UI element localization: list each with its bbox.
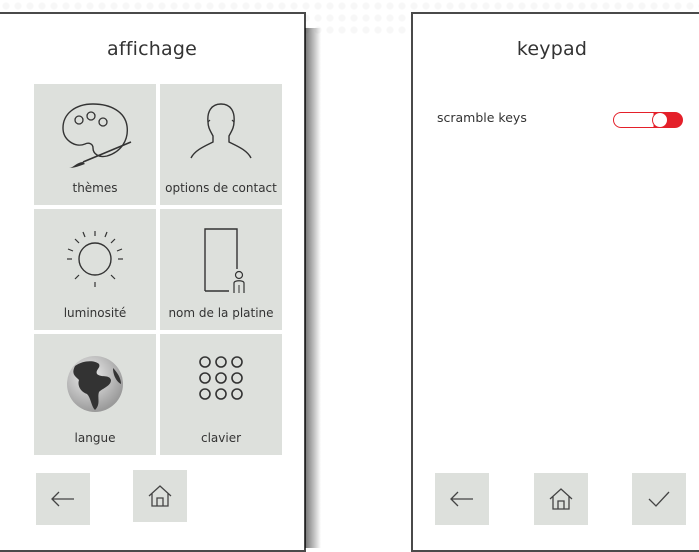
- tile-keypad[interactable]: clavier: [160, 334, 282, 455]
- tile-contact-options[interactable]: options de contact: [160, 84, 282, 205]
- keypad-settings-screen: keypad scramble keys: [411, 12, 699, 552]
- confirm-button[interactable]: [632, 473, 686, 525]
- display-settings-screen: affichage thèmes options de contact lumi…: [0, 12, 306, 552]
- person-silhouette-icon: [190, 103, 252, 159]
- tile-label: luminosité: [63, 306, 127, 320]
- home-icon: [148, 485, 172, 507]
- globe-icon: [67, 356, 123, 412]
- tile-panel-name[interactable]: nom de la platine: [160, 209, 282, 330]
- tile-label: clavier: [200, 431, 242, 445]
- arrow-left-icon: [450, 491, 473, 507]
- tile-label: nom de la platine: [168, 306, 274, 320]
- tile-language[interactable]: langue: [34, 334, 156, 455]
- toggle-knob: [652, 112, 668, 128]
- arrow-left-icon: [51, 491, 74, 507]
- tile-label: options de contact: [165, 181, 277, 195]
- keypad-dots-icon: [199, 356, 243, 400]
- back-button[interactable]: [435, 473, 489, 525]
- door-person-icon: [204, 228, 245, 293]
- screen-shadow: [305, 28, 321, 548]
- tile-label: thèmes: [72, 181, 118, 195]
- scramble-keys-toggle[interactable]: [613, 112, 683, 128]
- tile-themes[interactable]: thèmes: [34, 84, 156, 205]
- setting-label: scramble keys: [437, 110, 527, 125]
- home-button[interactable]: [534, 473, 588, 525]
- sun-icon: [67, 231, 123, 287]
- checkmark-icon: [648, 491, 670, 507]
- settings-tile-grid: thèmes options de contact luminosité nom…: [34, 84, 282, 455]
- tile-brightness[interactable]: luminosité: [34, 209, 156, 330]
- home-button[interactable]: [133, 470, 187, 522]
- home-icon: [549, 488, 573, 510]
- palette-icon: [62, 103, 132, 168]
- screen-title: keypad: [516, 38, 588, 60]
- screen-title: affichage: [107, 38, 197, 60]
- back-button[interactable]: [36, 473, 90, 525]
- tile-label: langue: [74, 431, 116, 445]
